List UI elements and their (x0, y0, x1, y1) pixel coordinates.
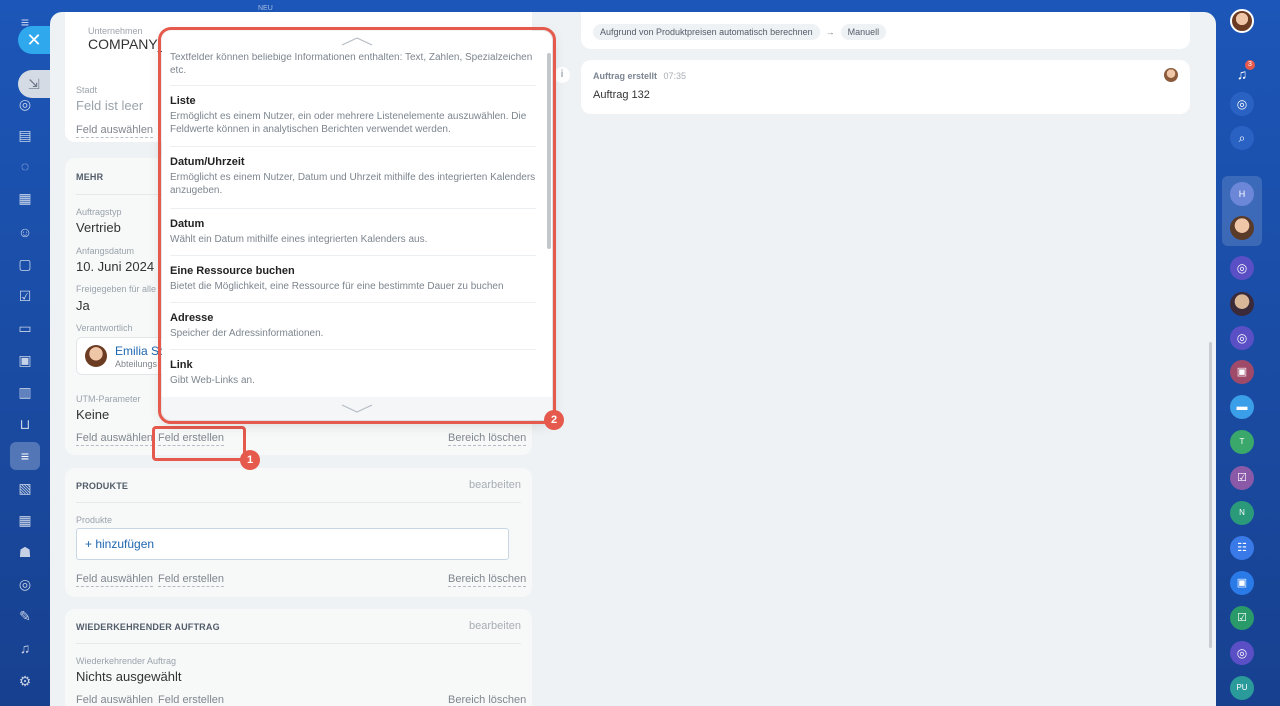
recurring-section: WIEDERKEHRENDER AUFTRAG bearbeiten Wiede… (65, 609, 532, 706)
contacts-icon[interactable]: ☺ (17, 224, 33, 240)
left-sidebar: ≡ NEU ◎ ▤ ◌ ▦ ☺ ▢ ☑ ▭ ▣ ▥ ⊔ ≡ ▧ ▦ ☗ ◎ ✎ … (0, 0, 273, 706)
new-badge: NEU (258, 5, 273, 12)
products-label: Produkte (76, 515, 113, 525)
info-icon: i (554, 67, 570, 83)
notification-count: 3 (1245, 60, 1255, 70)
avatar (85, 345, 107, 367)
timeline-event-card: Auftrag erstellt 07:35 Auftrag 132 (581, 60, 1190, 114)
target-icon[interactable]: ◎ (1230, 641, 1254, 665)
company-label: Unternehmen (88, 26, 143, 36)
create-field-highlight (152, 426, 246, 461)
more-section-title: MEHR (76, 172, 104, 182)
chat-avatar[interactable]: PU (1230, 676, 1254, 700)
products-section: PRODUKTE bearbeiten Produkte + hinzufüge… (65, 468, 532, 597)
create-field-link[interactable]: Feld erstellen (158, 694, 224, 706)
doc-icon[interactable]: ▤ (17, 127, 33, 143)
order-type-label: Auftragstyp (76, 207, 122, 217)
chat-icon[interactable]: ◌ (17, 158, 33, 174)
scroll-up-area[interactable] (162, 31, 552, 53)
timeline-history-card: Aufgrund von Produktpreisen automatisch … (581, 12, 1190, 49)
order-type-value[interactable]: Vertrieb (76, 220, 121, 235)
task-icon[interactable]: ☑ (1230, 466, 1254, 490)
chat-avatar[interactable] (1230, 292, 1254, 316)
start-date-value[interactable]: 10. Juni 2024 (76, 259, 154, 274)
annotation-badge-1: 1 (240, 450, 260, 470)
feed-icon[interactable]: ◎ (17, 96, 33, 112)
calendar-grid-icon[interactable]: ▦ (17, 512, 33, 528)
responsible-label: Verantwortlich (76, 323, 133, 333)
calendar-icon[interactable]: ▦ (17, 190, 33, 206)
event-body: Auftrag 132 (593, 89, 650, 101)
chat-avatar[interactable] (1230, 216, 1254, 240)
select-field-link[interactable]: Feld auswählen (76, 432, 154, 446)
delete-section-link[interactable]: Bereich löschen (448, 694, 526, 706)
analytics-icon[interactable]: ▥ (17, 384, 33, 400)
arrow-icon: → (825, 27, 835, 37)
recurring-label: Wiederkehrender Auftrag (76, 656, 177, 666)
utm-value[interactable]: Keine (76, 407, 109, 422)
chat-avatar[interactable]: T (1230, 430, 1254, 454)
chevron-up-icon[interactable] (340, 36, 374, 46)
filter-icon[interactable]: ≡ (17, 448, 33, 464)
to-chip: Manuell (840, 24, 887, 40)
from-chip: Aufgrund von Produktpreisen automatisch … (593, 24, 820, 40)
recurring-section-title: WIEDERKEHRENDER AUFTRAG (76, 622, 220, 632)
lock-icon[interactable]: ▣ (1230, 571, 1254, 595)
section-divider (76, 502, 521, 503)
file-icon[interactable]: ▢ (17, 256, 33, 272)
company-value[interactable]: COMPANY_ (88, 36, 166, 52)
close-icon[interactable]: ✕ (18, 26, 50, 54)
gallery-icon[interactable]: ▧ (17, 480, 33, 496)
annotation-badge-2: 2 (544, 410, 564, 430)
price-mode-change: Aufgrund von Produktpreisen automatisch … (593, 22, 887, 40)
edit-link[interactable]: bearbeiten (469, 479, 521, 491)
select-field-link[interactable]: Feld auswählen (76, 124, 154, 138)
select-field-link[interactable]: Feld auswählen (76, 573, 154, 587)
chat-avatar[interactable]: H (1230, 182, 1254, 206)
responsible-dept: Abteilungs (115, 359, 158, 369)
edit-icon[interactable]: ✎ (17, 608, 33, 624)
target-icon[interactable]: ◎ (17, 576, 33, 592)
chat-avatar[interactable]: N (1230, 501, 1254, 525)
event-time: 07:35 (663, 71, 687, 81)
user-avatar[interactable] (1230, 9, 1254, 33)
delete-section-link[interactable]: Bereich löschen (448, 573, 527, 587)
section-divider (76, 643, 521, 644)
gear-icon[interactable]: ⚙ (17, 673, 33, 689)
shared-value[interactable]: Ja (76, 298, 90, 313)
create-field-link[interactable]: Feld erstellen (158, 573, 225, 587)
target-icon[interactable]: ◎ (1230, 256, 1254, 280)
minimize-icon[interactable]: ⇲ (18, 70, 50, 98)
avatar (1164, 68, 1178, 82)
chat-icon[interactable]: ▬ (1230, 395, 1254, 419)
add-product-button[interactable]: + hinzufügen (76, 528, 509, 560)
start-date-label: Anfangsdatum (76, 246, 135, 256)
event-title: Auftrag erstellt (593, 71, 658, 81)
dropdown-highlight (158, 27, 556, 424)
target-icon[interactable]: ◎ (1230, 92, 1254, 116)
city-value[interactable]: Feld ist leer (76, 98, 143, 113)
lock-icon[interactable]: ▣ (1230, 360, 1254, 384)
robot-icon[interactable]: ☗ (17, 544, 33, 560)
shared-label: Freigegeben für alle (76, 284, 157, 294)
city-label: Stadt (76, 85, 98, 95)
presentation-icon[interactable]: ▣ (17, 352, 33, 368)
card-icon[interactable]: ▭ (17, 320, 33, 336)
cart-icon[interactable]: ⊔ (17, 416, 33, 432)
recurring-value[interactable]: Nichts ausgewählt (76, 669, 182, 684)
delete-section-link[interactable]: Bereich löschen (448, 432, 527, 446)
panel-scrollbar[interactable] (1209, 342, 1212, 648)
utm-label: UTM-Parameter (76, 394, 141, 404)
task-icon[interactable]: ☑ (1230, 606, 1254, 630)
edit-link[interactable]: bearbeiten (469, 620, 521, 632)
select-field-link[interactable]: Feld auswählen (76, 694, 153, 706)
products-section-title: PRODUKTE (76, 481, 129, 491)
target-icon[interactable]: ◎ (1230, 326, 1254, 350)
search-icon[interactable]: ⌕ (1230, 126, 1254, 150)
event-header: Auftrag erstellt 07:35 (593, 71, 686, 81)
headset-icon[interactable]: ♫ (17, 640, 33, 656)
group-icon[interactable]: ☷ (1230, 536, 1254, 560)
task-icon[interactable]: ☑ (17, 288, 33, 304)
